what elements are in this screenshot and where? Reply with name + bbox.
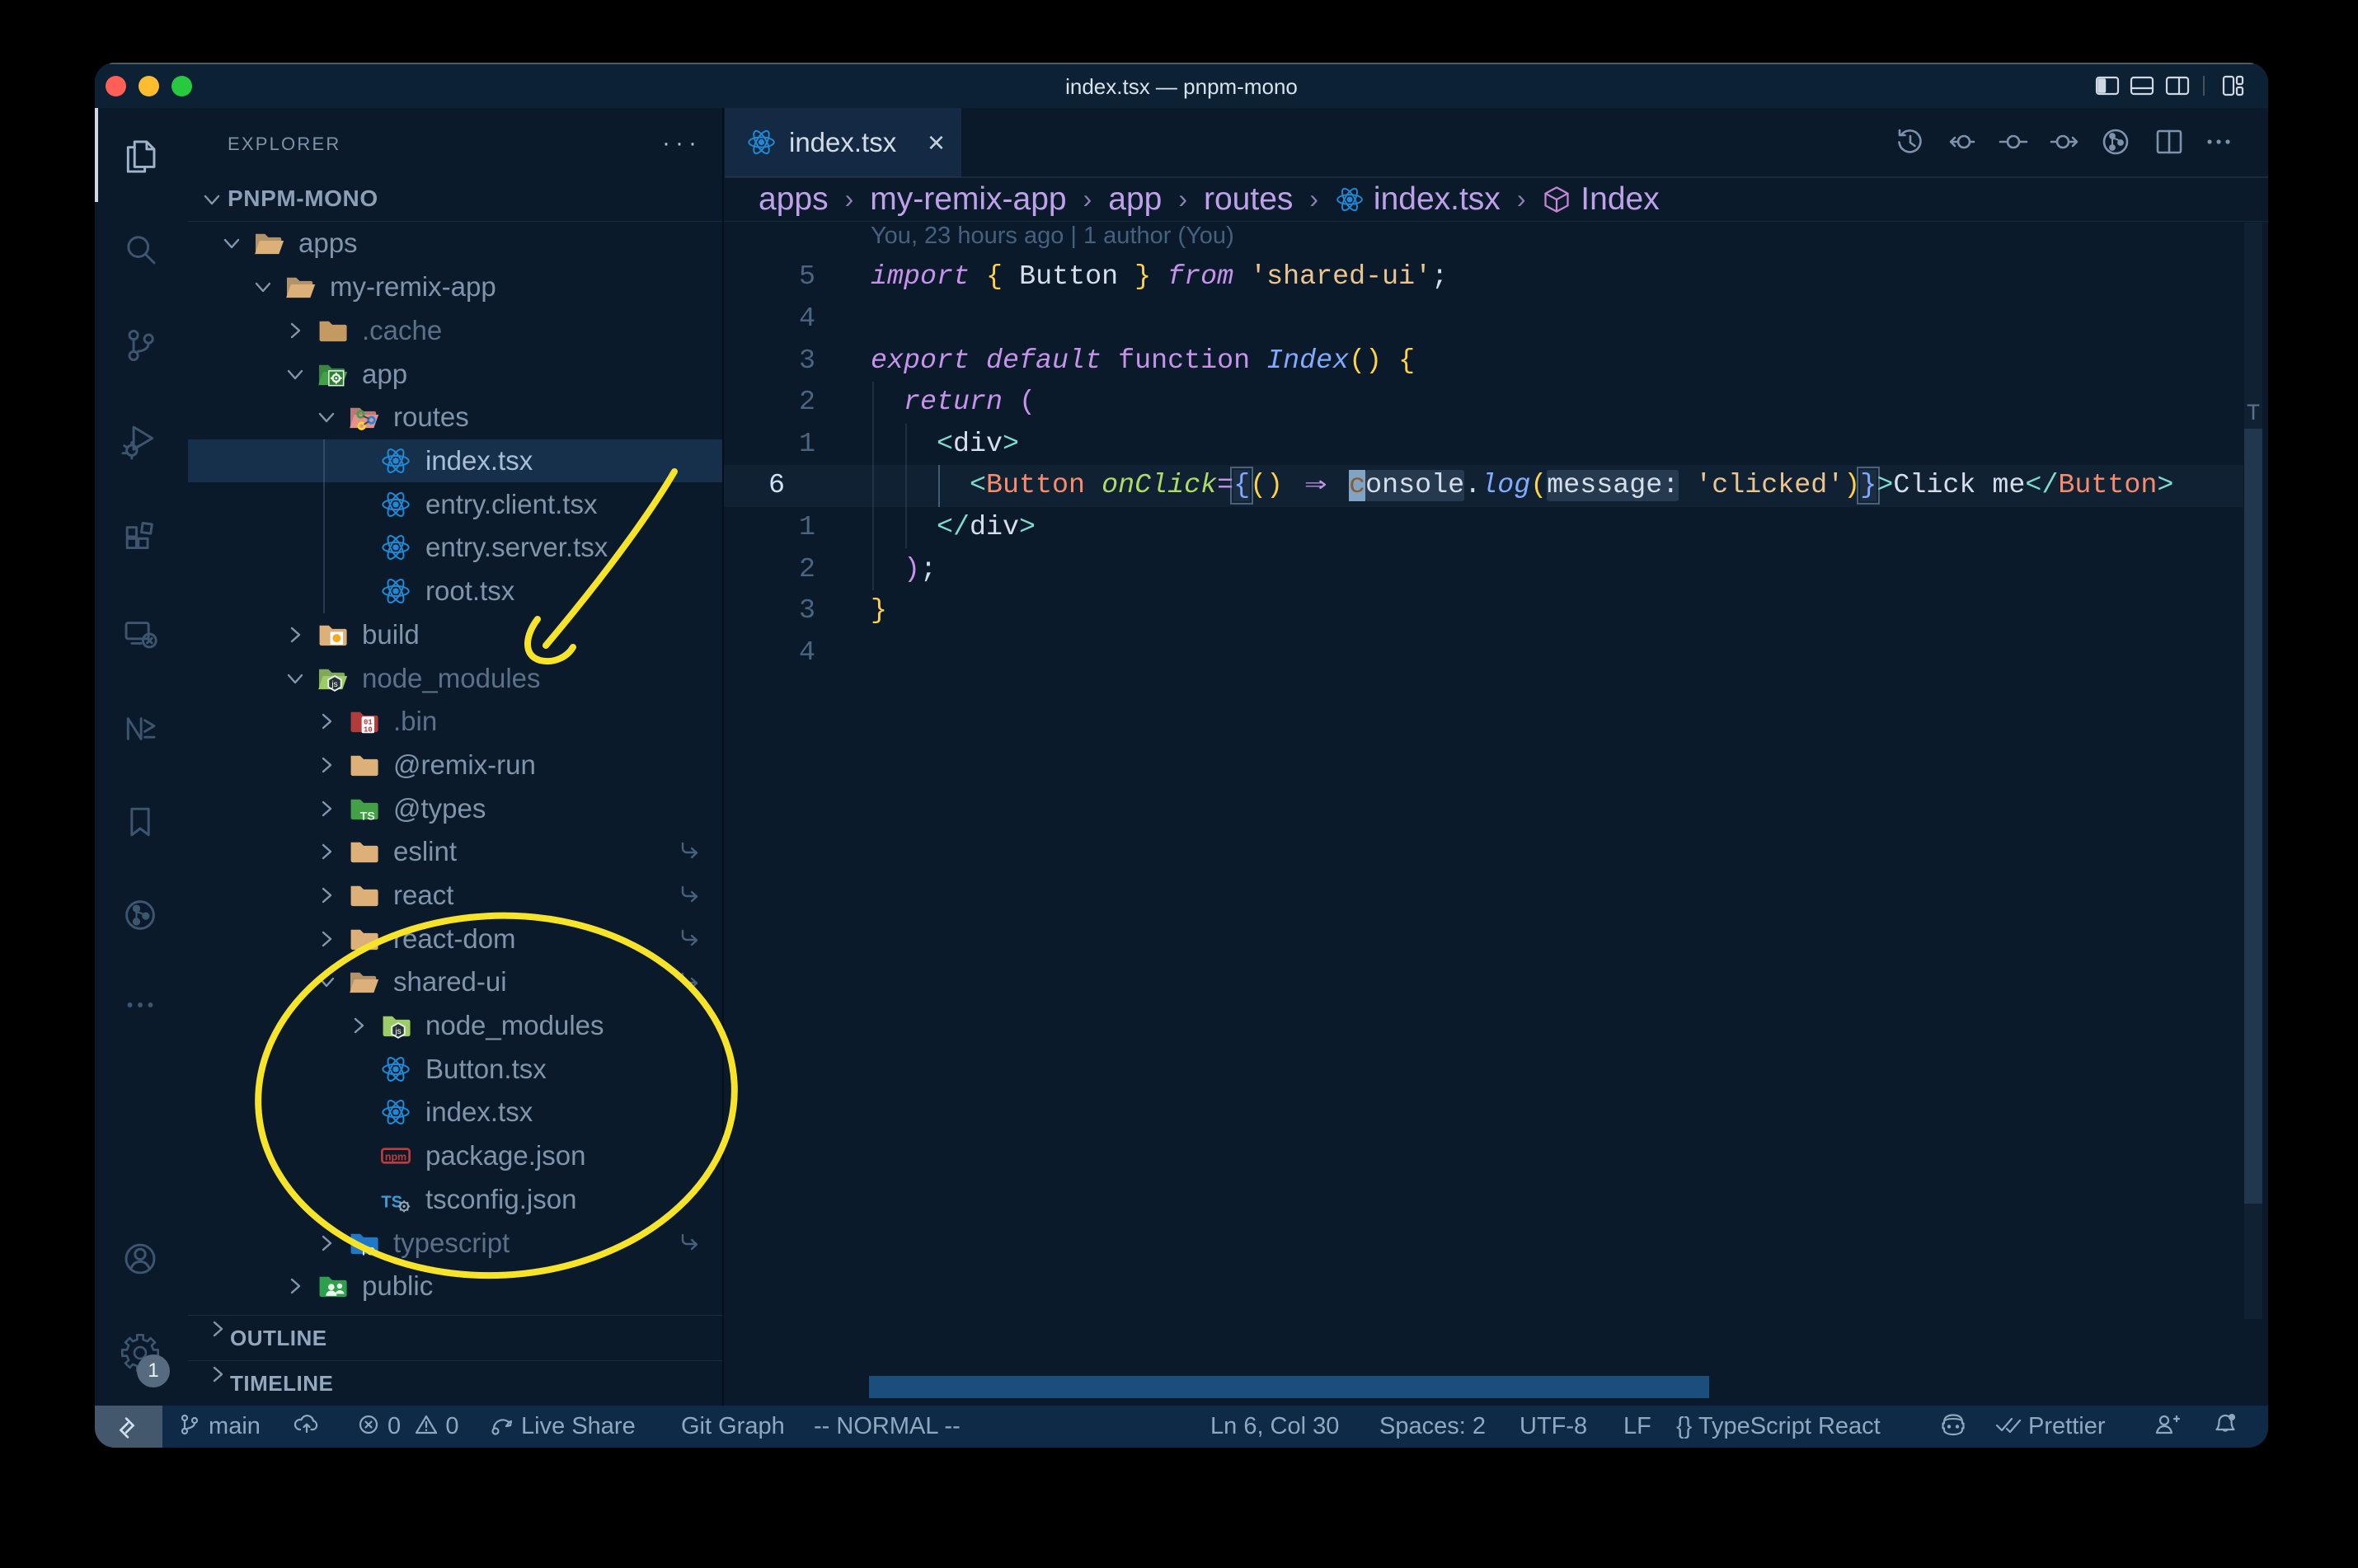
- svg-text:TS: TS: [381, 1194, 402, 1212]
- svg-text:js: js: [331, 680, 337, 689]
- svg-text:TS: TS: [360, 810, 375, 824]
- svg-text:npm: npm: [385, 1151, 406, 1162]
- svg-text:js: js: [394, 1027, 401, 1036]
- svg-text:TS: TS: [360, 1245, 375, 1258]
- svg-text:10: 10: [364, 725, 373, 734]
